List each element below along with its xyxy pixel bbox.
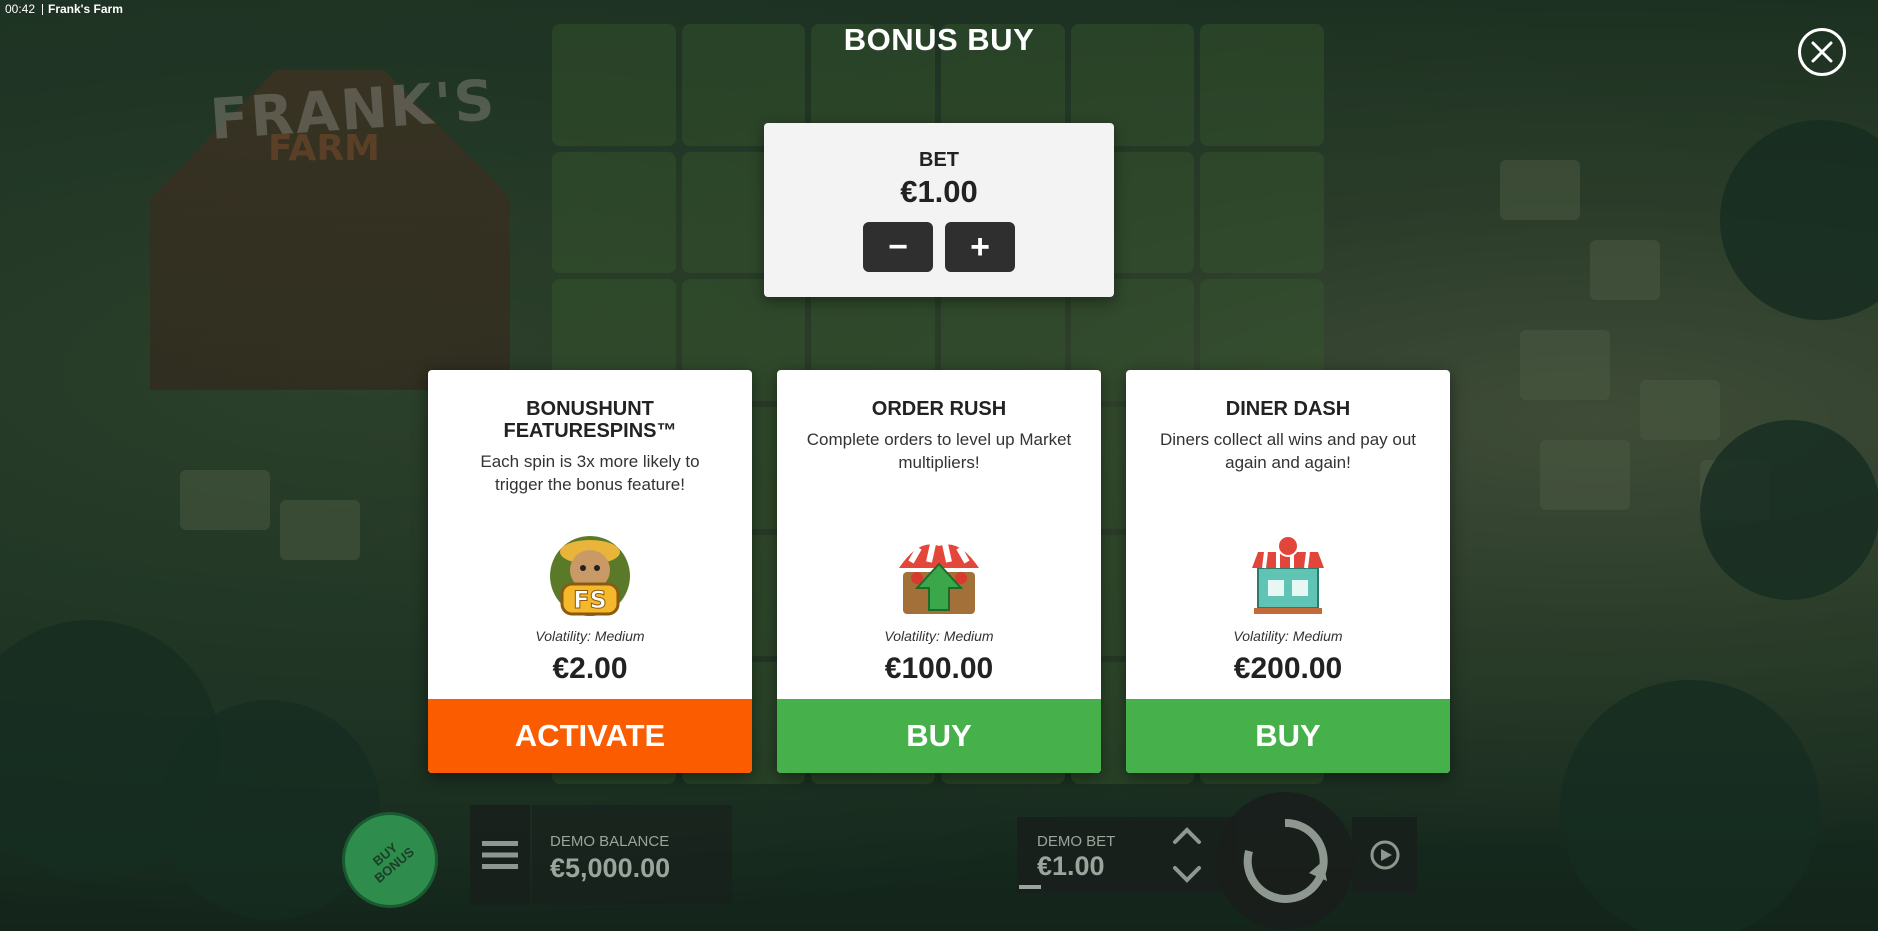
demo-bet-label: DEMO BET [1037, 833, 1116, 850]
buy-bonus-button[interactable]: BUY BONUS [342, 812, 438, 908]
option-description: Each spin is 3x more likely to trigger t… [480, 452, 700, 494]
spin-button[interactable] [1216, 792, 1354, 930]
option-price: €100.00 [884, 652, 994, 685]
chevron-up-down-icon [1173, 827, 1201, 883]
bonus-option-diner-dash: DINER DASH Diners collect all wins and p… [1126, 370, 1450, 773]
bet-value: €1.00 [900, 174, 978, 209]
option-price: €200.00 [1233, 652, 1343, 685]
balance-value: €5,000.00 [550, 853, 671, 883]
option-description: Diners collect all wins and pay out agai… [1159, 430, 1417, 472]
option-name: DINER DASH [1225, 398, 1351, 420]
bet-decrease-button[interactable]: − [863, 222, 933, 272]
sloth-fs-icon: FS [550, 536, 630, 616]
buy-button[interactable]: BUY [777, 699, 1101, 773]
buy-button[interactable]: BUY [1126, 699, 1450, 773]
option-volatility: Volatility: Medium [1233, 628, 1343, 644]
buy-bonus-label: BUY BONUS [369, 839, 417, 886]
option-volatility: Volatility: Medium [535, 628, 645, 644]
close-button[interactable] [1798, 28, 1846, 76]
demo-bet-value: €1.00 [1037, 851, 1105, 881]
bet-selector: BET €1.00 − + [764, 123, 1114, 297]
option-price: €2.00 [552, 652, 628, 685]
balance-label: DEMO BALANCE [550, 833, 670, 850]
market-stall-icon [899, 543, 979, 614]
modal-title: BONUS BUY [843, 22, 1035, 57]
bet-adjust-arrows[interactable] [1165, 822, 1209, 888]
bet-increase-button[interactable]: + [945, 222, 1015, 272]
close-icon [1811, 41, 1833, 63]
balance-panel: DEMO BALANCE €5,000.00 [532, 805, 732, 905]
bonus-option-bonushunt: BONUSHUNT FEATURESPINS™ Each spin is 3x … [428, 370, 752, 773]
spin-arrow-icon [1243, 818, 1328, 903]
bonus-option-order-rush: ORDER RUSH Complete orders to level up M… [777, 370, 1101, 773]
svg-text:FS: FS [573, 586, 607, 614]
menu-button[interactable] [470, 805, 530, 905]
diner-icon [1252, 535, 1324, 614]
bet-level-indicator [1019, 885, 1041, 889]
option-name: ORDER RUSH [871, 398, 1007, 420]
option-name: BONUSHUNT FEATURESPINS™ [503, 398, 677, 442]
clock: 00:42 [5, 2, 36, 16]
autoplay-button[interactable] [1352, 817, 1417, 893]
hamburger-menu-icon [482, 841, 518, 869]
game-name: Frank's Farm [42, 2, 123, 16]
activate-button[interactable]: ACTIVATE [428, 699, 752, 773]
option-volatility: Volatility: Medium [884, 628, 994, 644]
bet-label: BET [919, 149, 959, 171]
autoplay-icon [1370, 840, 1399, 870]
option-description: Complete orders to level up Market multi… [806, 430, 1072, 472]
